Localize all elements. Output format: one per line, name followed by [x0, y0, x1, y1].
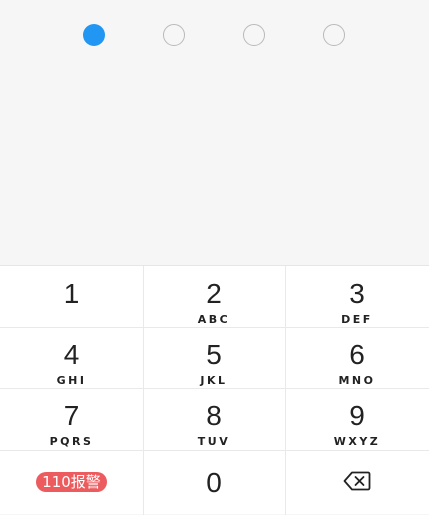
emergency-call-label: 110报警: [36, 472, 107, 492]
key-3[interactable]: 3 DEF: [285, 266, 429, 327]
pin-dot-empty: [163, 24, 185, 46]
key-digit: 7: [63, 400, 80, 431]
key-6[interactable]: 6 MNO: [285, 327, 429, 388]
key-digit: 9: [349, 400, 365, 431]
backspace-icon: [343, 471, 371, 491]
pin-dot-empty: [323, 24, 345, 46]
key-letters: TUV: [197, 435, 231, 448]
key-digit: 2: [206, 278, 222, 309]
key-9[interactable]: 9 WXYZ: [285, 388, 429, 450]
key-letters: WXYZ: [333, 435, 381, 448]
key-0[interactable]: 0: [143, 450, 285, 515]
key-letters: GHI: [56, 374, 87, 387]
key-letters: JKL: [200, 374, 228, 387]
emergency-call-button[interactable]: 110报警: [0, 450, 143, 515]
key-digit: 6: [349, 339, 365, 370]
key-4[interactable]: 4 GHI: [0, 327, 143, 388]
key-digit: 3: [349, 278, 365, 309]
key-7[interactable]: 7 PQRS: [0, 388, 143, 450]
pin-dot-filled: [83, 24, 105, 46]
backspace-button[interactable]: [285, 450, 429, 515]
key-digit: 4: [63, 339, 80, 370]
key-5[interactable]: 5 JKL: [143, 327, 285, 388]
key-letters: MNO: [338, 374, 376, 387]
pin-entry-area: [0, 0, 429, 265]
key-digit: 5: [206, 339, 222, 370]
key-letters: ABC: [197, 313, 231, 326]
key-digit: 1: [63, 278, 80, 309]
key-digit: 8: [206, 400, 222, 431]
key-digit: 0: [206, 467, 222, 498]
key-1[interactable]: 1: [0, 266, 143, 327]
key-8[interactable]: 8 TUV: [143, 388, 285, 450]
pin-dot-empty: [243, 24, 265, 46]
key-letters: DEF: [341, 313, 373, 326]
key-2[interactable]: 2 ABC: [143, 266, 285, 327]
numeric-keypad: 1 2 ABC 3 DEF 4 GHI 5 JKL 6 MNO 7 PQRS 8…: [0, 265, 429, 515]
key-letters: PQRS: [49, 435, 94, 448]
